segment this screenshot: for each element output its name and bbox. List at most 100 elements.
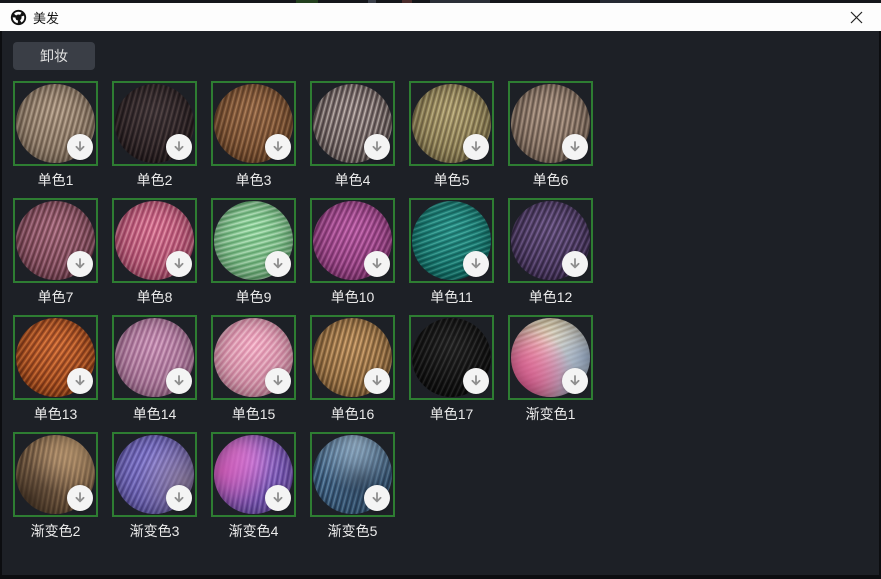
hair-style-item: 单色2 xyxy=(112,81,197,188)
download-arrow-icon xyxy=(468,373,484,389)
hair-style-item: 单色7 xyxy=(13,198,98,305)
hair-style-label: 单色14 xyxy=(112,404,197,422)
hair-style-label: 单色10 xyxy=(310,287,395,305)
hair-style-tile[interactable] xyxy=(409,315,494,400)
hair-style-tile[interactable] xyxy=(112,432,197,517)
download-button[interactable] xyxy=(265,485,291,511)
hair-style-tile[interactable] xyxy=(211,315,296,400)
download-button[interactable] xyxy=(364,251,390,277)
hair-style-label: 单色12 xyxy=(508,287,593,305)
hair-style-item: 渐变色1 xyxy=(508,315,593,422)
hair-style-tile[interactable] xyxy=(310,315,395,400)
hair-style-item: 单色10 xyxy=(310,198,395,305)
download-button[interactable] xyxy=(463,251,489,277)
hair-style-tile[interactable] xyxy=(13,198,98,283)
remove-makeup-button[interactable]: 卸妆 xyxy=(13,42,95,70)
download-arrow-icon xyxy=(171,256,187,272)
hair-style-tile[interactable] xyxy=(409,81,494,166)
download-button[interactable] xyxy=(562,368,588,394)
download-arrow-icon xyxy=(171,139,187,155)
hair-style-tile[interactable] xyxy=(310,432,395,517)
background-app-strip xyxy=(0,0,881,3)
hair-style-tile[interactable] xyxy=(310,81,395,166)
download-button[interactable] xyxy=(265,368,291,394)
download-button[interactable] xyxy=(166,368,192,394)
download-button[interactable] xyxy=(166,251,192,277)
hair-style-item: 单色9 xyxy=(211,198,296,305)
download-button[interactable] xyxy=(562,251,588,277)
hair-style-tile[interactable] xyxy=(112,315,197,400)
hair-style-label: 渐变色4 xyxy=(211,521,296,539)
hair-style-tile[interactable] xyxy=(310,198,395,283)
download-button[interactable] xyxy=(364,485,390,511)
download-arrow-icon xyxy=(567,373,583,389)
obs-logo-icon xyxy=(10,9,27,26)
hair-style-tile[interactable] xyxy=(112,81,197,166)
download-arrow-icon xyxy=(72,256,88,272)
download-button[interactable] xyxy=(463,134,489,160)
hair-style-tile[interactable] xyxy=(508,315,593,400)
hair-style-tile[interactable] xyxy=(409,198,494,283)
hair-style-item: 单色14 xyxy=(112,315,197,422)
hair-grid: 单色1 单色2 单色3 xyxy=(13,81,613,539)
dialog-content: 卸妆 单色1 单色2 xyxy=(0,31,881,575)
hair-style-label: 单色8 xyxy=(112,287,197,305)
hair-style-label: 渐变色2 xyxy=(13,521,98,539)
download-button[interactable] xyxy=(364,368,390,394)
download-button[interactable] xyxy=(364,134,390,160)
download-button[interactable] xyxy=(67,368,93,394)
hair-style-label: 渐变色5 xyxy=(310,521,395,539)
hair-style-label: 单色11 xyxy=(409,287,494,305)
download-arrow-icon xyxy=(567,256,583,272)
close-button[interactable] xyxy=(841,5,871,29)
hair-style-item: 单色17 xyxy=(409,315,494,422)
hair-style-item: 渐变色4 xyxy=(211,432,296,539)
download-arrow-icon xyxy=(270,373,286,389)
hair-style-label: 渐变色3 xyxy=(112,521,197,539)
background-app-strip-bottom xyxy=(0,575,881,579)
download-button[interactable] xyxy=(265,251,291,277)
hair-style-item: 单色1 xyxy=(13,81,98,188)
hair-style-tile[interactable] xyxy=(13,432,98,517)
close-icon xyxy=(850,11,863,24)
download-button[interactable] xyxy=(463,368,489,394)
hair-style-item: 单色3 xyxy=(211,81,296,188)
download-arrow-icon xyxy=(369,490,385,506)
download-arrow-icon xyxy=(270,139,286,155)
hair-style-label: 单色2 xyxy=(112,170,197,188)
hair-style-label: 单色15 xyxy=(211,404,296,422)
hair-style-tile[interactable] xyxy=(112,198,197,283)
hair-style-tile[interactable] xyxy=(211,81,296,166)
hair-style-item: 渐变色2 xyxy=(13,432,98,539)
download-button[interactable] xyxy=(166,485,192,511)
hair-style-item: 单色4 xyxy=(310,81,395,188)
download-arrow-icon xyxy=(369,139,385,155)
hair-style-tile[interactable] xyxy=(508,198,593,283)
hair-style-tile[interactable] xyxy=(508,81,593,166)
download-button[interactable] xyxy=(166,134,192,160)
download-button[interactable] xyxy=(265,134,291,160)
download-arrow-icon xyxy=(369,256,385,272)
download-arrow-icon xyxy=(72,490,88,506)
download-arrow-icon xyxy=(369,373,385,389)
download-button[interactable] xyxy=(67,485,93,511)
hair-style-label: 单色1 xyxy=(13,170,98,188)
download-button[interactable] xyxy=(562,134,588,160)
download-arrow-icon xyxy=(468,256,484,272)
hair-style-item: 单色13 xyxy=(13,315,98,422)
hair-style-tile[interactable] xyxy=(211,432,296,517)
hair-style-label: 单色5 xyxy=(409,170,494,188)
hair-style-tile[interactable] xyxy=(13,81,98,166)
hair-style-item: 单色15 xyxy=(211,315,296,422)
hair-style-label: 单色6 xyxy=(508,170,593,188)
download-arrow-icon xyxy=(72,139,88,155)
hair-style-item: 单色6 xyxy=(508,81,593,188)
hair-style-dialog: 美发 卸妆 单色1 单色2 xyxy=(0,0,881,579)
download-button[interactable] xyxy=(67,251,93,277)
hair-style-tile[interactable] xyxy=(13,315,98,400)
hair-style-label: 单色3 xyxy=(211,170,296,188)
download-arrow-icon xyxy=(270,256,286,272)
hair-style-label: 单色9 xyxy=(211,287,296,305)
download-button[interactable] xyxy=(67,134,93,160)
hair-style-tile[interactable] xyxy=(211,198,296,283)
